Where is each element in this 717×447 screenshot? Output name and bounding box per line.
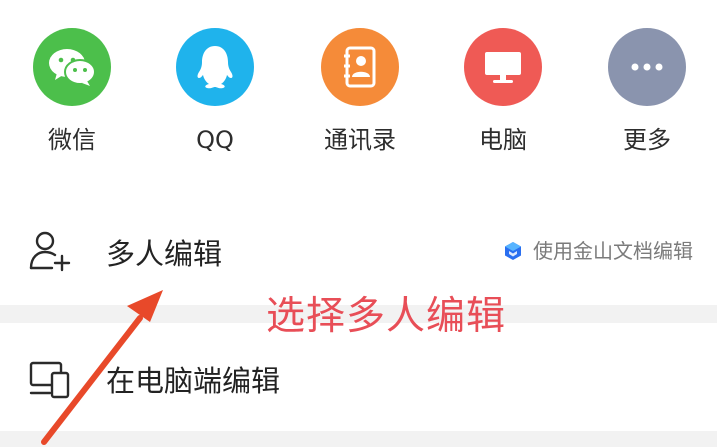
share-more-button[interactable]: 更多 (587, 28, 707, 158)
qq-icon (176, 28, 254, 106)
wechat-icon (33, 28, 111, 106)
contacts-icon (321, 28, 399, 106)
multi-edit-option[interactable]: 多人编辑 使用金山文档编辑 (0, 208, 717, 296)
pc-edit-label: 在电脑端编辑 (106, 364, 281, 398)
pc-edit-option[interactable]: 在电脑端编辑 (0, 333, 717, 431)
share-qq-button[interactable]: QQ (155, 28, 275, 158)
share-contacts-button[interactable]: 通讯录 (300, 28, 420, 158)
share-label-more: 更多 (623, 126, 671, 154)
more-icon (608, 28, 686, 106)
multi-edit-label: 多人编辑 (106, 237, 223, 271)
share-label-contacts: 通讯录 (324, 126, 396, 154)
kingsoft-docs-hint-text: 使用金山文档编辑 (533, 239, 693, 263)
annotation-text: 选择多人编辑 (266, 294, 507, 339)
kingsoft-docs-logo-icon (505, 242, 521, 260)
kingsoft-docs-hint: 使用金山文档编辑 (503, 239, 693, 263)
add-user-icon (28, 228, 72, 274)
share-label-qq: QQ (196, 126, 234, 154)
bottom-divider (0, 431, 717, 447)
share-computer-button[interactable]: 电脑 (443, 28, 563, 158)
share-wechat-button[interactable]: 微信 (12, 28, 132, 158)
share-label-computer: 电脑 (479, 126, 527, 154)
share-targets-row: 微信 QQ 通讯录 电脑 更多 (0, 0, 717, 190)
devices-icon (28, 359, 72, 405)
share-label-wechat: 微信 (48, 126, 96, 154)
computer-icon (464, 28, 542, 106)
